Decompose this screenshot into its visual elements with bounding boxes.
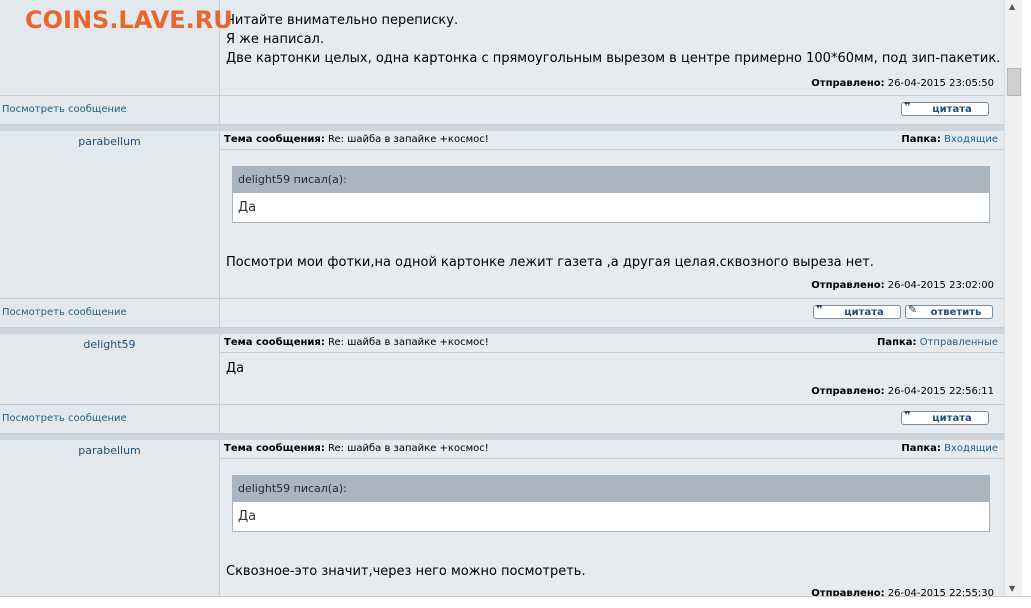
quote-button[interactable]: ❞ цитата [901, 100, 989, 116]
message-footer: Посмотреть сообщение ❞ цитата ✎ ответить [0, 298, 1004, 328]
author-cell: parabellum [0, 131, 220, 298]
quote-button[interactable]: ❞ цитата [901, 409, 989, 425]
vertical-scrollbar[interactable]: ▲ ▼ [1004, 0, 1022, 596]
sent-date: Отправлено: 26-04-2015 22:56:11 [811, 386, 994, 397]
message-body: Читайте внимательно переписку. Я же напи… [220, 0, 1004, 95]
message-body: Тема сообщения: Re: шайба в запайке +кос… [220, 131, 1004, 298]
message-footer: Посмотреть сообщение ❞ цитата [0, 95, 1004, 125]
view-message-link[interactable]: Посмотреть сообщение [2, 104, 127, 115]
author-name[interactable]: delight59 [0, 338, 219, 351]
message-list: Читайте внимательно переписку. Я же напи… [0, 0, 1004, 596]
message-text: Да [226, 361, 245, 376]
site-watermark: COINS.LAVE.RU [25, 6, 233, 34]
folder-link[interactable]: Входящие [944, 134, 998, 145]
quote-button[interactable]: ❞ цитата [813, 303, 901, 319]
message-text-line: Читайте внимательно переписку. [226, 13, 459, 28]
folder-link[interactable]: Отправленные [920, 337, 998, 348]
message-subject: Re: шайба в запайке +космос! [328, 134, 489, 145]
horizontal-scrollbar[interactable] [0, 596, 1031, 608]
folder-link[interactable]: Входящие [944, 443, 998, 454]
message-subject: Re: шайба в запайке +космос! [328, 443, 489, 454]
message-body: Тема сообщения: Re: шайба в запайке +кос… [220, 440, 1004, 596]
scroll-up-icon[interactable]: ▲ [1009, 2, 1015, 11]
reply-icon: ✎ [908, 303, 918, 316]
author-name[interactable]: parabellum [0, 135, 219, 148]
quote-header: delight59 писал(а): [233, 476, 989, 502]
message-header: Тема сообщения: Re: шайба в запайке +кос… [220, 334, 1004, 353]
author-name[interactable]: parabellum [0, 444, 219, 457]
view-message-link[interactable]: Посмотреть сообщение [2, 307, 127, 318]
message-text: Посмотри мои фотки,на одной картонке леж… [226, 255, 874, 270]
quote-block: delight59 писал(а): Да [232, 166, 990, 223]
message-subject: Re: шайба в запайке +космос! [328, 337, 489, 348]
author-cell: delight59 [0, 334, 220, 404]
message-text: Сквозное-это значит,через него можно пос… [226, 564, 586, 579]
quote-block: delight59 писал(а): Да [232, 475, 990, 532]
quote-text: Да [238, 200, 257, 215]
scroll-thumb[interactable] [1007, 68, 1021, 96]
quote-icon: ❞ [904, 100, 911, 113]
quote-header: delight59 писал(а): [233, 167, 989, 193]
scroll-down-icon[interactable]: ▼ [1009, 584, 1015, 593]
message-text-line: Две картонки целых, одна картонка с прям… [226, 51, 1001, 66]
sent-date: Отправлено: 26-04-2015 23:02:00 [811, 280, 994, 291]
message-header: Тема сообщения: Re: шайба в запайке +кос… [220, 131, 1004, 150]
sent-date: Отправлено: 26-04-2015 22:55:30 [811, 588, 994, 596]
author-cell: parabellum [0, 440, 220, 596]
quote-text: Да [238, 509, 257, 524]
message-footer: Посмотреть сообщение ❞ цитата [0, 404, 1004, 434]
message-header: Тема сообщения: Re: шайба в запайке +кос… [220, 440, 1004, 459]
message-body: Тема сообщения: Re: шайба в запайке +кос… [220, 334, 1004, 404]
reply-button[interactable]: ✎ ответить [905, 303, 993, 319]
quote-icon: ❞ [904, 409, 911, 422]
sent-date: Отправлено: 26-04-2015 23:05:50 [811, 78, 994, 89]
quote-icon: ❞ [816, 303, 823, 316]
message-text-line: Я же написал. [226, 32, 324, 47]
view-message-link[interactable]: Посмотреть сообщение [2, 413, 127, 424]
